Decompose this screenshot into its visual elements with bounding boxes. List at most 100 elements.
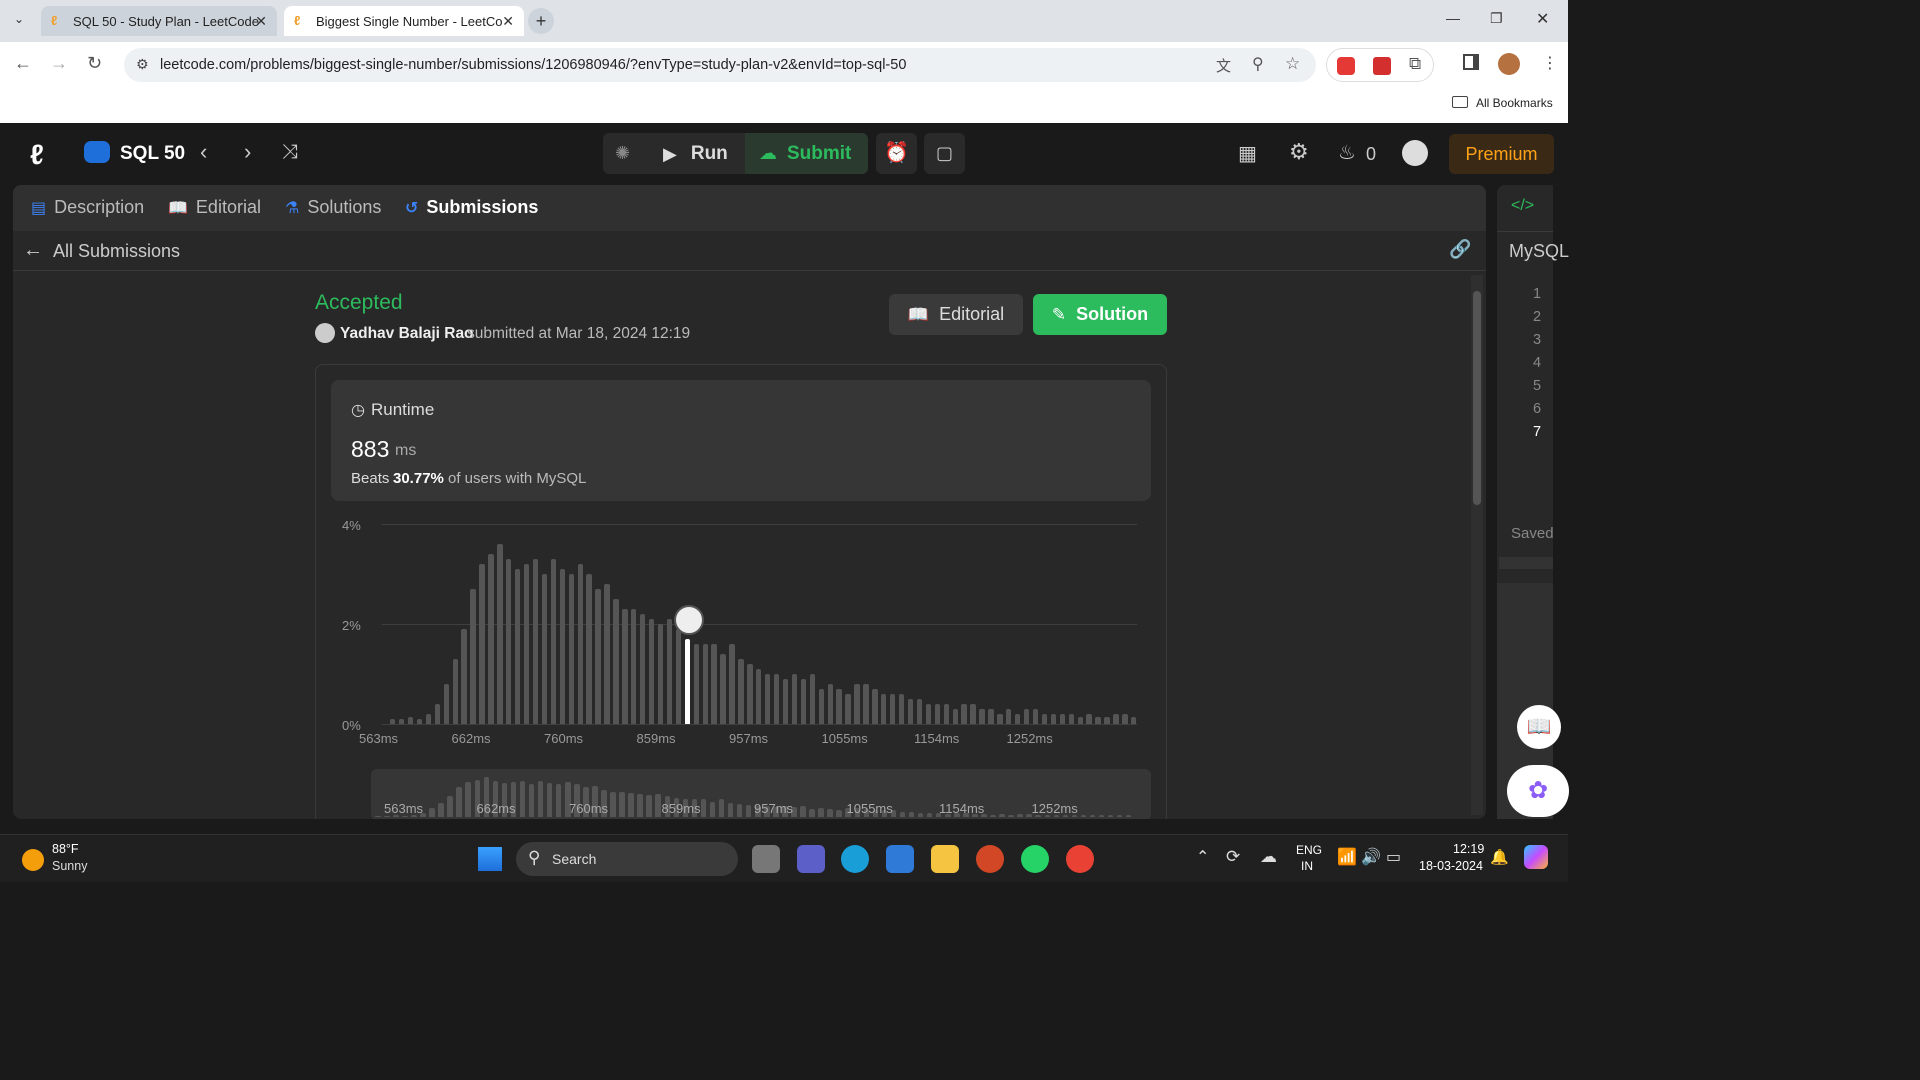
task-view-icon[interactable] bbox=[752, 845, 780, 873]
chart-bar[interactable] bbox=[1050, 714, 1057, 724]
profile-avatar[interactable] bbox=[1498, 53, 1520, 75]
tab-editorial[interactable]: 📖 Editorial bbox=[168, 197, 261, 218]
overview-slider[interactable]: 563ms 662ms 760ms 859ms 957ms 1055ms 1154ms 125… bbox=[371, 769, 1151, 819]
chart-bar[interactable] bbox=[791, 674, 798, 724]
chart-bar[interactable] bbox=[488, 554, 494, 724]
extensions-puzzle-icon[interactable]: ⧉ bbox=[1409, 54, 1421, 74]
chart-bar[interactable] bbox=[497, 544, 503, 724]
reading-mode-button[interactable]: 📖 bbox=[1517, 705, 1561, 749]
chart-bar[interactable] bbox=[479, 564, 485, 724]
start-windows-icon[interactable] bbox=[478, 847, 502, 871]
shuffle-icon[interactable]: ⤨ bbox=[282, 141, 298, 164]
my-runtime-bar[interactable] bbox=[684, 639, 691, 724]
chart-bar[interactable] bbox=[443, 684, 449, 724]
translate-icon[interactable]: 文 bbox=[1216, 55, 1231, 76]
lang-top[interactable]: ENG bbox=[1296, 843, 1322, 857]
lang-bottom[interactable]: IN bbox=[1301, 859, 1313, 873]
weather-desc[interactable]: Sunny bbox=[52, 859, 87, 873]
premium-button[interactable]: Premium bbox=[1449, 134, 1554, 174]
chart-bar[interactable] bbox=[631, 609, 637, 724]
address-bar[interactable]: ⚙ leetcode.com/problems/biggest-single-n… bbox=[124, 48, 1316, 82]
chart-bar[interactable] bbox=[640, 614, 646, 724]
chart-bar[interactable] bbox=[666, 619, 673, 724]
chart-bar[interactable] bbox=[729, 644, 735, 724]
chart-bar[interactable] bbox=[416, 719, 423, 724]
close-tab-icon[interactable]: ✕ bbox=[502, 13, 514, 30]
wifi-icon[interactable]: 📶 bbox=[1337, 847, 1357, 867]
onedrive-icon[interactable]: ☁ bbox=[1260, 847, 1277, 867]
show-hidden-icons-icon[interactable]: ⌃ bbox=[1196, 847, 1209, 867]
chart-bar[interactable] bbox=[827, 684, 833, 724]
chart-bar[interactable] bbox=[434, 704, 441, 724]
chart-bar[interactable] bbox=[988, 709, 994, 724]
chart-bar[interactable] bbox=[854, 684, 860, 724]
close-window-icon[interactable]: ✕ bbox=[1536, 9, 1549, 29]
settings-gear-icon[interactable]: ⚙ bbox=[1289, 139, 1309, 165]
back-icon[interactable]: ← bbox=[14, 53, 32, 74]
chart-bar[interactable] bbox=[863, 684, 869, 724]
solution-button[interactable]: ✎ Solution bbox=[1033, 294, 1167, 335]
back-arrow-icon[interactable]: ← bbox=[23, 239, 43, 262]
chart-bar[interactable] bbox=[818, 689, 824, 724]
chart-bar[interactable] bbox=[1006, 709, 1012, 724]
user-avatar[interactable] bbox=[1402, 140, 1428, 166]
all-bookmarks-link[interactable]: All Bookmarks bbox=[1476, 96, 1553, 110]
chart-bar[interactable] bbox=[756, 669, 762, 724]
chart-bar[interactable] bbox=[747, 664, 753, 724]
chart-bar[interactable] bbox=[675, 629, 682, 724]
chart-bar[interactable] bbox=[925, 704, 932, 724]
notes-button[interactable]: ▢ bbox=[924, 133, 965, 174]
run-button[interactable]: ▶ Run bbox=[663, 143, 728, 165]
microsoft-store-icon[interactable] bbox=[886, 845, 914, 873]
close-tab-icon[interactable]: ✕ bbox=[255, 13, 267, 30]
chart-bar[interactable] bbox=[845, 694, 851, 724]
chart-bar[interactable] bbox=[550, 559, 557, 724]
chart-bar[interactable] bbox=[506, 559, 512, 724]
ai-assistant-button[interactable]: ✿ bbox=[1507, 765, 1569, 817]
chart-bar[interactable] bbox=[407, 716, 414, 724]
chart-bar[interactable] bbox=[773, 674, 780, 724]
code-icon[interactable]: </> bbox=[1511, 197, 1534, 215]
chart-bar[interactable] bbox=[1104, 716, 1110, 724]
submit-button[interactable]: ☁ Submit bbox=[745, 133, 868, 174]
prev-problem-icon[interactable]: ‹ bbox=[200, 139, 207, 165]
site-info-icon[interactable]: ⚙ bbox=[136, 56, 149, 73]
chart-bar[interactable] bbox=[1015, 714, 1021, 724]
chart-bar[interactable] bbox=[425, 714, 432, 724]
next-problem-icon[interactable]: › bbox=[244, 139, 251, 165]
chart-bar[interactable] bbox=[1122, 714, 1128, 724]
forward-icon[interactable]: → bbox=[50, 53, 68, 74]
timer-button[interactable]: ⏰ bbox=[876, 133, 917, 174]
chart-bar[interactable] bbox=[1023, 709, 1030, 724]
bookmark-star-icon[interactable]: ☆ bbox=[1285, 54, 1300, 74]
chart-bar[interactable] bbox=[916, 699, 923, 724]
new-tab-icon[interactable]: + bbox=[528, 8, 554, 34]
chart-bar[interactable] bbox=[1086, 714, 1092, 724]
extension-red-icon[interactable] bbox=[1337, 57, 1355, 75]
weather-sun-icon[interactable] bbox=[22, 849, 44, 871]
my-runtime-avatar-marker[interactable] bbox=[674, 605, 705, 635]
layout-grid-icon[interactable]: ▦ bbox=[1238, 141, 1257, 166]
side-panel-icon[interactable] bbox=[1463, 54, 1479, 70]
copy-link-icon[interactable]: 🔗 bbox=[1449, 239, 1471, 260]
tab-description[interactable]: ▤ Description bbox=[31, 197, 144, 218]
file-explorer-icon[interactable] bbox=[931, 845, 959, 873]
chart-bar[interactable] bbox=[800, 679, 807, 724]
meet-icon[interactable] bbox=[797, 845, 825, 873]
chart-bar[interactable] bbox=[657, 624, 664, 724]
chart-bar[interactable] bbox=[738, 659, 744, 724]
extension-acrobat-icon[interactable] bbox=[1373, 57, 1391, 75]
leetcode-logo-icon[interactable]: ℓ bbox=[30, 139, 44, 171]
chart-bar[interactable] bbox=[568, 574, 574, 724]
editorial-button[interactable]: 📖 Editorial bbox=[889, 294, 1023, 335]
clock-date[interactable]: 18-03-2024 bbox=[1419, 859, 1483, 873]
browser-tab-biggest-single[interactable]: ℓ Biggest Single Number - LeetCo ✕ bbox=[284, 6, 524, 36]
chart-bar[interactable] bbox=[390, 719, 396, 724]
chart-bar[interactable] bbox=[934, 704, 941, 724]
tab-submissions[interactable]: ↺ Submissions bbox=[405, 197, 538, 218]
chart-bar[interactable] bbox=[648, 619, 655, 724]
edge-browser-icon[interactable] bbox=[841, 845, 869, 873]
chart-bar[interactable] bbox=[881, 694, 887, 724]
chart-bar[interactable] bbox=[541, 574, 548, 724]
whatsapp-icon[interactable] bbox=[1021, 845, 1049, 873]
